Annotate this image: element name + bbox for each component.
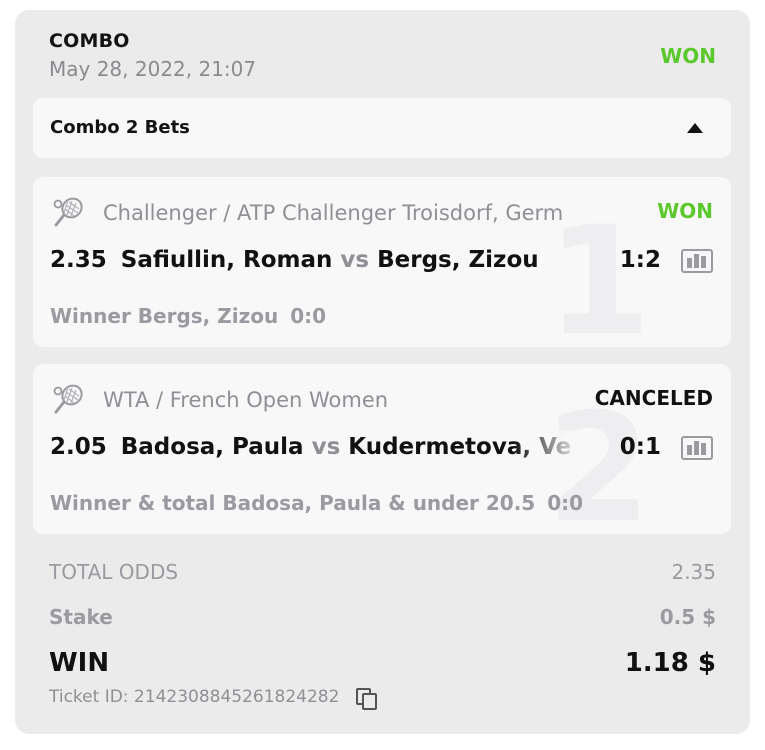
vs-label: vs [311, 434, 341, 460]
tennis-racket-icon [53, 384, 83, 414]
market-name: Winner Bergs, Zizou [50, 304, 279, 328]
match-score: 0:1 [619, 434, 661, 460]
market-name: Winner & total Badosa, Paula & under 20.… [50, 491, 536, 515]
home-player: Safiullin, Roman [120, 247, 333, 273]
bet-odds: 2.05 [50, 434, 107, 460]
home-player: Badosa, Paula [120, 434, 304, 460]
bet-index-watermark: 1 [546, 195, 651, 347]
win-label: WIN [49, 648, 110, 678]
ticket-id: Ticket ID: 2142308845261824282 [49, 687, 377, 710]
total-odds-label: TOTAL ODDS [49, 560, 179, 584]
bet-status-badge: CANCELED [594, 386, 713, 410]
copy-icon[interactable] [355, 687, 377, 710]
match-line[interactable]: 2.35 Safiullin, Roman vs Bergs, Zizou [50, 247, 570, 273]
bet-item: 1 Challenger / ATP Challenger Troisdorf,… [33, 177, 731, 347]
bet-odds: 2.35 [50, 247, 107, 273]
bet-item: 2 WTA / French Open Women CANCELED 2.05 B… [33, 364, 731, 534]
bet-type-title: COMBO [49, 30, 130, 52]
market-score: 0:0 [290, 304, 327, 328]
ticket-id-text: Ticket ID: 2142308845261824282 [49, 687, 340, 707]
combo-label: Combo 2 Bets [50, 117, 190, 138]
ticket-status-badge: WON [660, 44, 716, 68]
bet-date: May 28, 2022, 21:07 [49, 57, 257, 81]
vs-label: vs [340, 247, 370, 273]
league-name: Challenger / ATP Challenger Troisdorf, G… [103, 201, 564, 225]
bet-market: Winner Bergs, Zizou 0:0 [50, 304, 326, 328]
stats-chart-icon[interactable] [681, 249, 713, 273]
market-score: 0:0 [547, 491, 584, 515]
stake-label: Stake [49, 605, 113, 629]
combo-toggle[interactable]: Combo 2 Bets [33, 98, 731, 158]
away-player: Bergs, Zizou [377, 247, 539, 273]
total-odds-value: 2.35 [671, 560, 716, 584]
bet-market: Winner & total Badosa, Paula & under 20.… [50, 491, 583, 515]
stake-value: 0.5 $ [659, 605, 716, 629]
win-value: 1.18 $ [624, 648, 716, 678]
caret-up-icon[interactable] [687, 123, 703, 133]
match-line[interactable]: 2.05Badosa, Paula vs Kudermetova, Vero [50, 434, 570, 460]
text-fade-overlay [513, 430, 583, 470]
tennis-racket-icon [53, 197, 83, 227]
bet-status-badge: WON [657, 199, 713, 223]
stats-chart-icon[interactable] [681, 436, 713, 460]
match-score: 1:2 [619, 247, 661, 273]
bet-ticket-card: COMBO May 28, 2022, 21:07 WON Combo 2 Be… [15, 10, 750, 734]
league-name: WTA / French Open Women [103, 388, 389, 412]
